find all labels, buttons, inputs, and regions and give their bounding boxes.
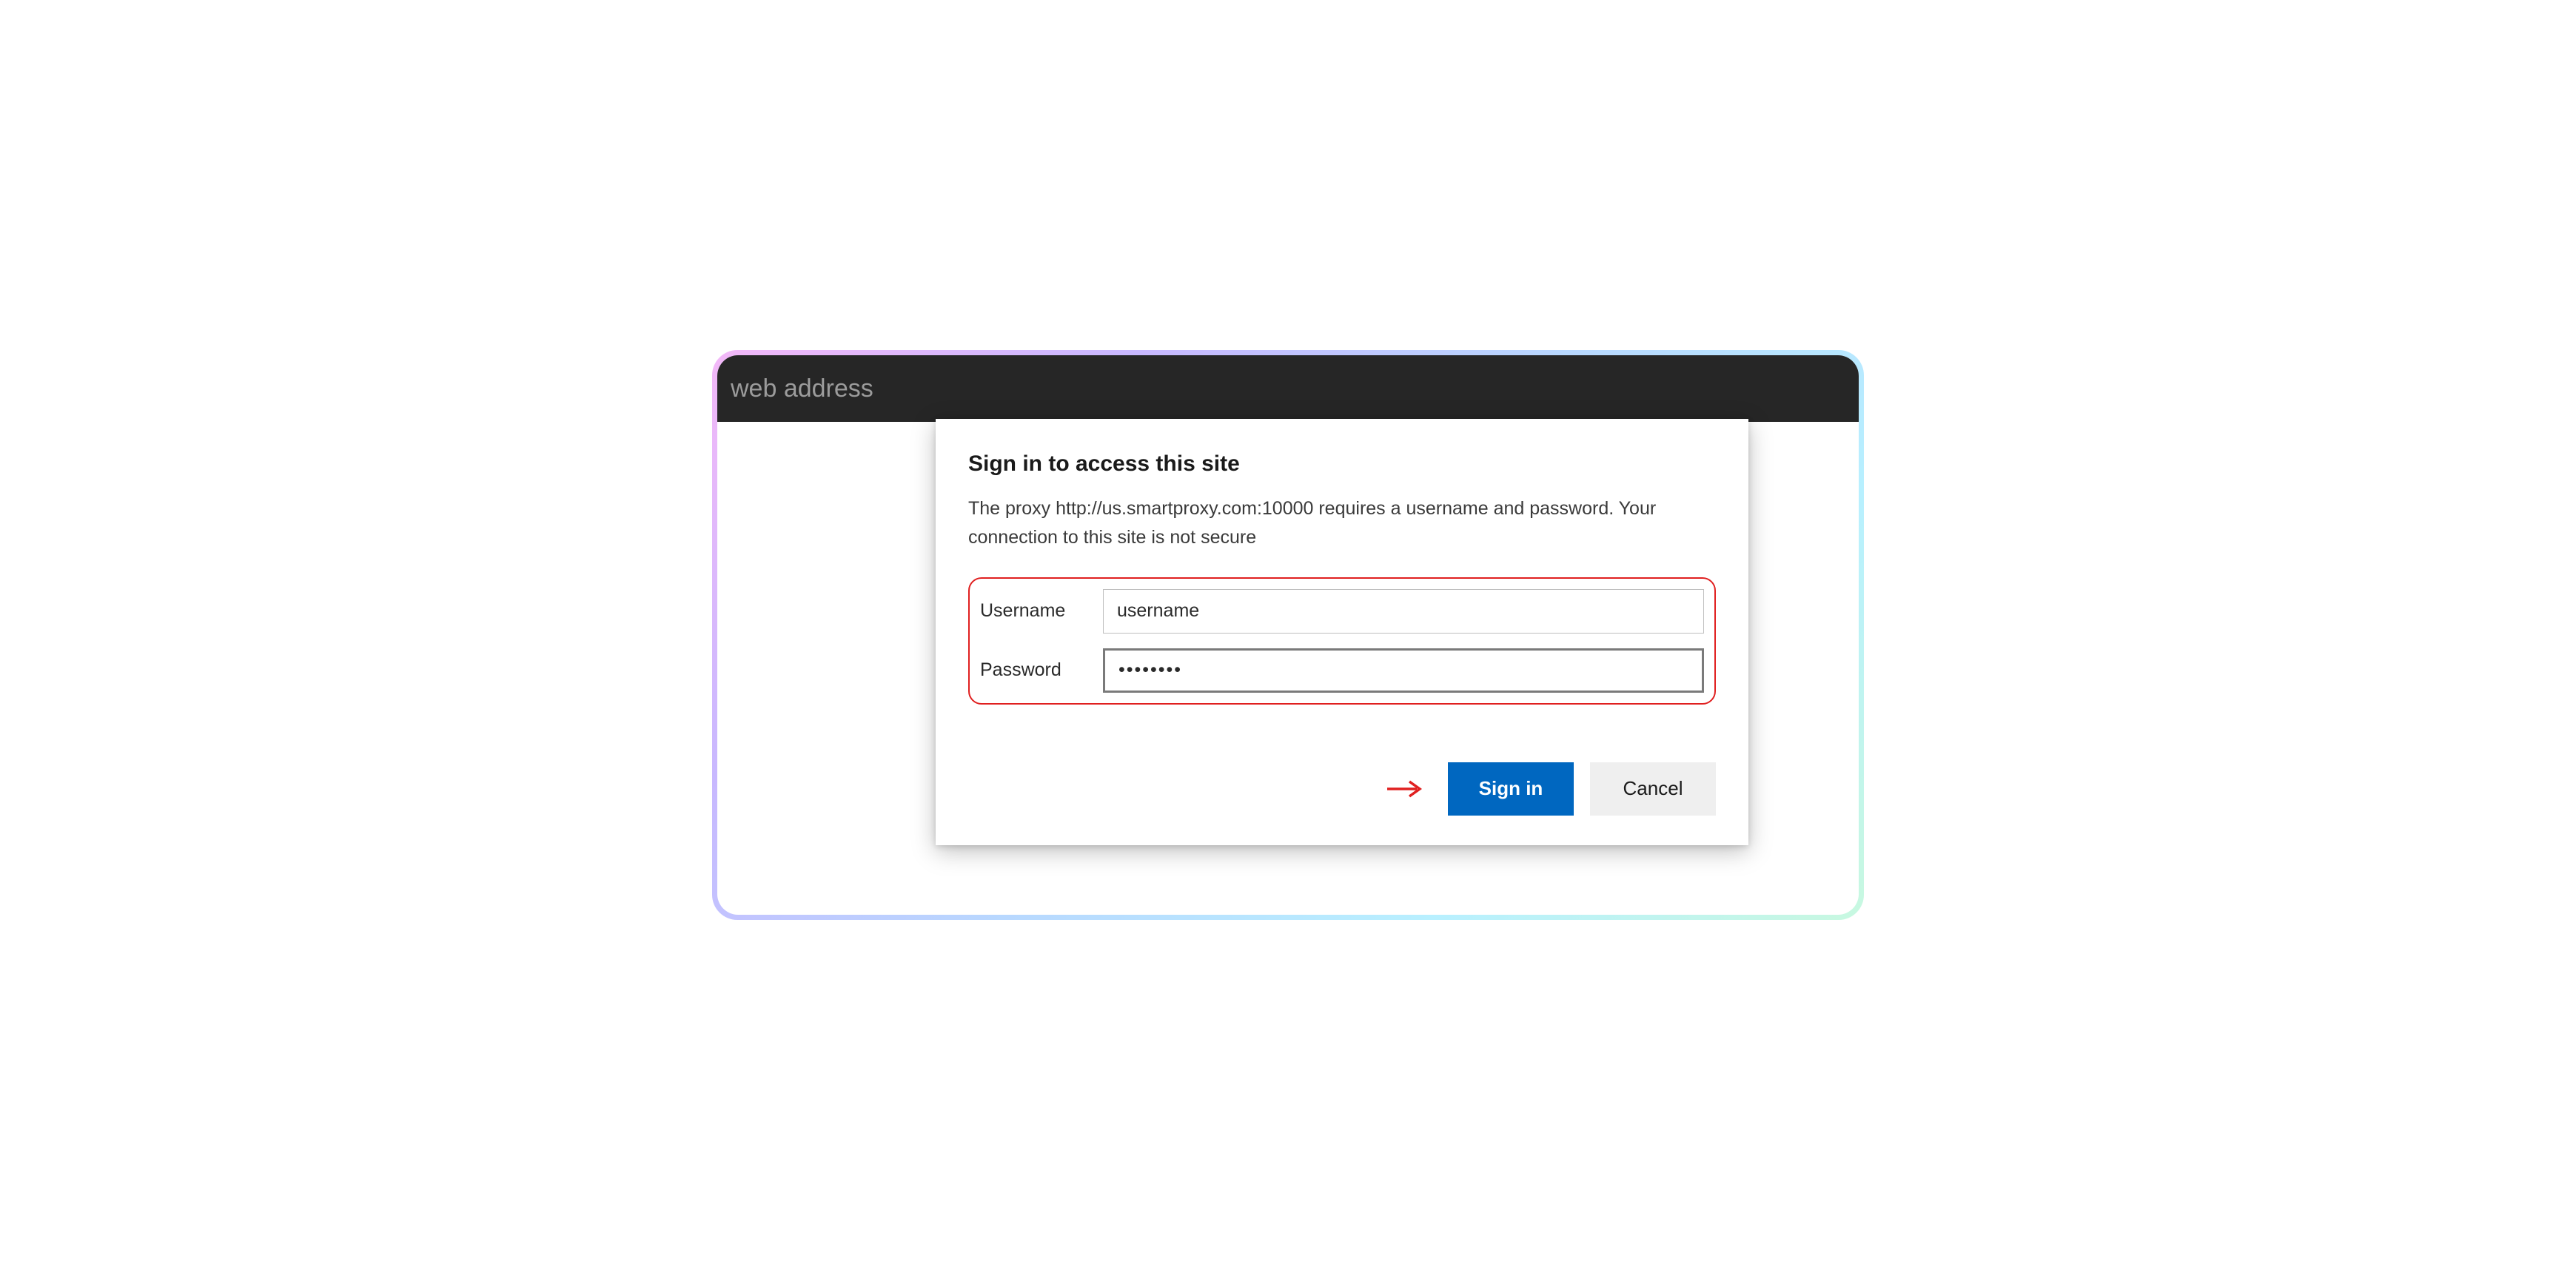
username-row: Username bbox=[976, 589, 1704, 634]
password-row: Password bbox=[976, 648, 1704, 693]
password-input[interactable] bbox=[1103, 648, 1704, 693]
sign-in-button[interactable]: Sign in bbox=[1448, 762, 1574, 816]
password-label: Password bbox=[976, 659, 1103, 681]
arrow-right-icon bbox=[1386, 779, 1424, 799]
dialog-button-row: Sign in Cancel bbox=[968, 762, 1716, 816]
dialog-message: The proxy http://us.smartproxy.com:10000… bbox=[968, 494, 1716, 552]
window-content: web address Sign in to access this site … bbox=[717, 355, 1859, 915]
auth-dialog: Sign in to access this site The proxy ht… bbox=[936, 419, 1748, 845]
address-bar[interactable]: web address bbox=[717, 355, 1859, 422]
credentials-highlight: Username Password bbox=[968, 577, 1716, 705]
window-frame: web address Sign in to access this site … bbox=[712, 350, 1864, 920]
dialog-title: Sign in to access this site bbox=[968, 451, 1716, 477]
cancel-button[interactable]: Cancel bbox=[1590, 762, 1716, 816]
username-label: Username bbox=[976, 600, 1103, 622]
address-bar-placeholder: web address bbox=[731, 374, 873, 403]
username-input[interactable] bbox=[1103, 589, 1704, 634]
